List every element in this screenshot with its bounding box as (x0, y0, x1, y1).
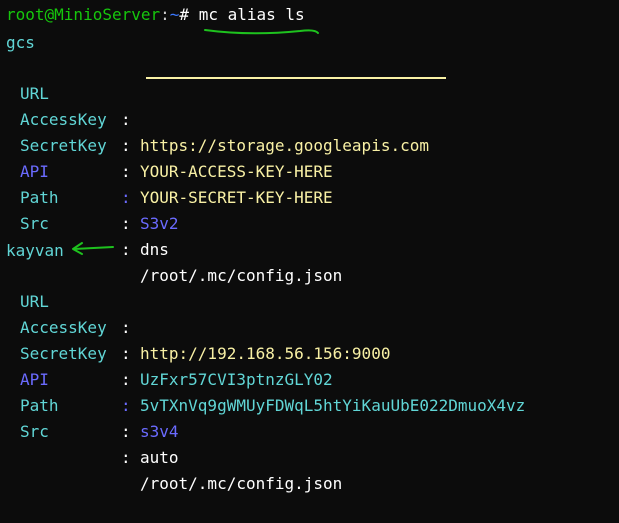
arrow-icon (72, 242, 114, 255)
terminal-window[interactable]: root@MinioServer:~# mc alias ls gcs URL … (0, 0, 619, 493)
field-value: /root/.mc/config.json (140, 474, 343, 493)
field-colon: : (121, 448, 131, 467)
field-value: auto (140, 448, 179, 467)
